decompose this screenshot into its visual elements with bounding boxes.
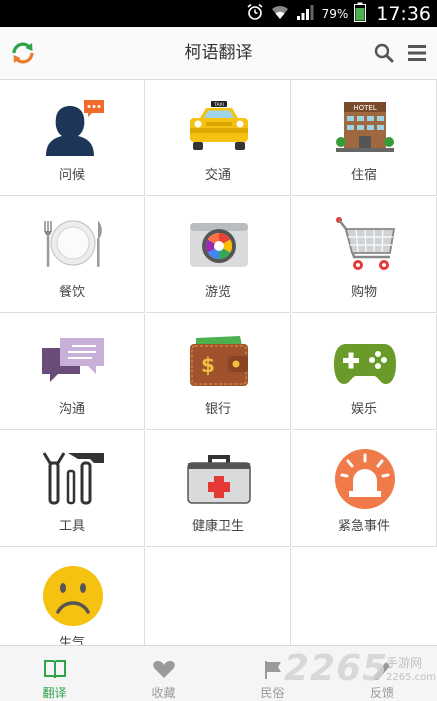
app-bar: 柯语翻译: [0, 27, 437, 80]
category-label: 餐饮: [58, 285, 85, 300]
clock: 17:36: [376, 2, 431, 25]
category-angry[interactable]: 生气: [0, 548, 145, 645]
category-greeting[interactable]: 问候: [0, 80, 145, 196]
category-label: 工具: [58, 519, 85, 534]
nav-label: 收藏: [151, 686, 176, 700]
category-bank[interactable]: $ 银行: [146, 314, 291, 430]
watermark-url: 2265.com: [386, 672, 436, 683]
page-title: 柯语翻译: [184, 43, 253, 63]
category-tools[interactable]: 工具: [0, 431, 145, 547]
category-dining[interactable]: 餐饮: [0, 197, 145, 313]
alarm-icon: [246, 3, 264, 25]
empty-cell: [292, 548, 437, 645]
category-label: 游览: [204, 285, 231, 300]
category-label: 问候: [58, 168, 85, 183]
wifi-icon: [270, 3, 290, 25]
gamepad-icon: [332, 332, 398, 392]
shopping-cart-icon: [332, 215, 398, 275]
category-label: 住宿: [350, 168, 377, 183]
nav-item-translate[interactable]: 翻译: [0, 646, 109, 701]
signal-icon: [296, 3, 316, 25]
book-icon: [43, 658, 67, 680]
category-label: 健康卫生: [191, 519, 244, 534]
first-aid-kit-icon: [186, 449, 252, 509]
category-sightseeing[interactable]: 游览: [146, 197, 291, 313]
greeting-person-icon: [40, 98, 106, 158]
heart-icon: [152, 658, 176, 680]
watermark-label: 手游网: [386, 656, 423, 670]
search-icon[interactable]: [373, 42, 395, 64]
category-entertainment[interactable]: 娱乐: [292, 314, 437, 430]
category-grid: 问候 TAXI 交通 HOTEL 住宿 餐饮 游览 购物 沟通 $ 银行 娱乐 …: [0, 80, 437, 645]
menu-icon[interactable]: [407, 43, 427, 63]
nav-label: 翻译: [42, 686, 67, 700]
category-label: 娱乐: [350, 402, 377, 417]
taxi-icon: TAXI: [186, 98, 252, 158]
camera-icon: [186, 215, 252, 275]
watermark-number: 2265: [284, 648, 389, 689]
category-label: 交通: [204, 168, 231, 183]
svg-text:TAXI: TAXI: [213, 102, 224, 108]
category-health[interactable]: 健康卫生: [146, 431, 291, 547]
category-lodging[interactable]: HOTEL 住宿: [292, 80, 437, 196]
battery-percent: 79%: [321, 6, 349, 21]
category-label: 购物: [350, 285, 377, 300]
hotel-icon: HOTEL: [332, 98, 398, 158]
status-bar: 79% 17:36: [0, 0, 437, 27]
category-transport[interactable]: TAXI 交通: [146, 80, 291, 196]
category-shopping[interactable]: 购物: [292, 197, 437, 313]
category-communication[interactable]: 沟通: [0, 314, 145, 430]
wallet-icon: $: [186, 332, 252, 392]
category-label: 生气: [58, 636, 85, 645]
category-label: 银行: [204, 402, 231, 417]
sad-face-icon: [40, 566, 106, 626]
category-label: 沟通: [58, 402, 85, 417]
dining-plate-icon: [40, 215, 106, 275]
emergency-siren-icon: [332, 449, 398, 509]
nav-item-favorites[interactable]: 收藏: [109, 646, 218, 701]
category-emergency[interactable]: 紧急事件: [292, 431, 437, 547]
svg-text:HOTEL: HOTEL: [353, 104, 376, 112]
battery-icon: [354, 2, 367, 26]
watermark: 2265 手游网 2265.com: [284, 648, 437, 698]
tools-icon: [40, 449, 106, 509]
svg-text:$: $: [201, 353, 215, 377]
flag-icon: [261, 658, 285, 680]
chat-bubbles-icon: [40, 332, 106, 392]
category-label: 紧急事件: [337, 519, 390, 534]
empty-cell: [146, 548, 291, 645]
